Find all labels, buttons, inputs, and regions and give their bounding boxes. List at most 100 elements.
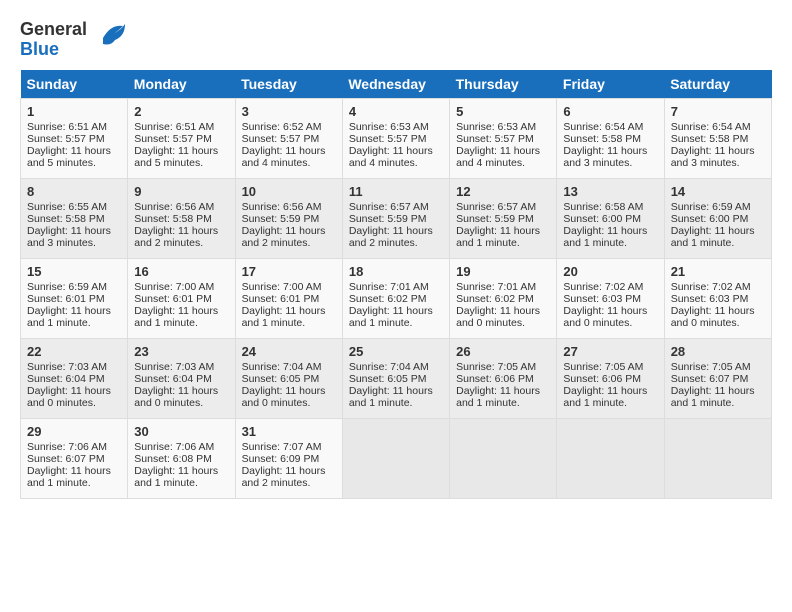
day-info-line: Daylight: 11 hours and 2 minutes.	[349, 225, 443, 249]
day-info-line: Sunrise: 6:59 AM	[671, 201, 765, 213]
day-info-line: Sunrise: 7:02 AM	[671, 281, 765, 293]
day-number: 10	[242, 184, 336, 199]
day-info-line: Sunrise: 7:07 AM	[242, 441, 336, 453]
day-number: 8	[27, 184, 121, 199]
day-info-line: Sunset: 6:04 PM	[134, 373, 228, 385]
day-info-line: Sunrise: 6:54 AM	[671, 121, 765, 133]
day-info-line: Sunset: 6:05 PM	[242, 373, 336, 385]
calendar-cell: 6Sunrise: 6:54 AMSunset: 5:58 PMDaylight…	[557, 98, 664, 178]
day-info-line: Daylight: 11 hours and 4 minutes.	[349, 145, 443, 169]
day-info-line: Daylight: 11 hours and 1 minute.	[563, 225, 657, 249]
day-info-line: Daylight: 11 hours and 3 minutes.	[27, 225, 121, 249]
day-info-line: Daylight: 11 hours and 2 minutes.	[242, 465, 336, 489]
day-info-line: Sunset: 6:07 PM	[27, 453, 121, 465]
day-info-line: Sunset: 5:59 PM	[456, 213, 550, 225]
day-number: 15	[27, 264, 121, 279]
calendar-week-row: 22Sunrise: 7:03 AMSunset: 6:04 PMDayligh…	[21, 338, 772, 418]
day-info-line: Sunset: 6:06 PM	[563, 373, 657, 385]
day-number: 24	[242, 344, 336, 359]
logo-general: General	[20, 20, 87, 40]
calendar-week-row: 8Sunrise: 6:55 AMSunset: 5:58 PMDaylight…	[21, 178, 772, 258]
day-info-line: Daylight: 11 hours and 1 minute.	[242, 305, 336, 329]
calendar-cell: 20Sunrise: 7:02 AMSunset: 6:03 PMDayligh…	[557, 258, 664, 338]
day-info-line: Daylight: 11 hours and 4 minutes.	[456, 145, 550, 169]
calendar-cell: 11Sunrise: 6:57 AMSunset: 5:59 PMDayligh…	[342, 178, 449, 258]
day-info-line: Sunrise: 7:04 AM	[242, 361, 336, 373]
day-info-line: Sunrise: 7:03 AM	[27, 361, 121, 373]
day-number: 16	[134, 264, 228, 279]
day-number: 30	[134, 424, 228, 439]
day-info-line: Daylight: 11 hours and 5 minutes.	[134, 145, 228, 169]
calendar-table: SundayMondayTuesdayWednesdayThursdayFrid…	[20, 70, 772, 499]
day-info-line: Sunrise: 6:56 AM	[134, 201, 228, 213]
day-number: 7	[671, 104, 765, 119]
day-info-line: Sunset: 5:58 PM	[563, 133, 657, 145]
day-number: 14	[671, 184, 765, 199]
day-info-line: Daylight: 11 hours and 1 minute.	[27, 465, 121, 489]
day-number: 19	[456, 264, 550, 279]
calendar-cell: 19Sunrise: 7:01 AMSunset: 6:02 PMDayligh…	[450, 258, 557, 338]
day-info-line: Daylight: 11 hours and 1 minute.	[27, 305, 121, 329]
day-info-line: Sunset: 6:07 PM	[671, 373, 765, 385]
day-info-line: Sunrise: 7:06 AM	[27, 441, 121, 453]
calendar-week-row: 15Sunrise: 6:59 AMSunset: 6:01 PMDayligh…	[21, 258, 772, 338]
day-info-line: Sunset: 6:01 PM	[242, 293, 336, 305]
day-info-line: Sunrise: 7:05 AM	[563, 361, 657, 373]
day-info-line: Daylight: 11 hours and 0 minutes.	[563, 305, 657, 329]
day-info-line: Daylight: 11 hours and 0 minutes.	[671, 305, 765, 329]
logo-bird-icon	[93, 16, 129, 59]
calendar-cell: 18Sunrise: 7:01 AMSunset: 6:02 PMDayligh…	[342, 258, 449, 338]
day-info-line: Sunrise: 6:53 AM	[349, 121, 443, 133]
calendar-cell: 2Sunrise: 6:51 AMSunset: 5:57 PMDaylight…	[128, 98, 235, 178]
calendar-cell: 7Sunrise: 6:54 AMSunset: 5:58 PMDaylight…	[664, 98, 771, 178]
calendar-cell: 31Sunrise: 7:07 AMSunset: 6:09 PMDayligh…	[235, 418, 342, 498]
day-info-line: Sunrise: 6:54 AM	[563, 121, 657, 133]
day-info-line: Sunrise: 6:59 AM	[27, 281, 121, 293]
calendar-cell: 22Sunrise: 7:03 AMSunset: 6:04 PMDayligh…	[21, 338, 128, 418]
day-info-line: Daylight: 11 hours and 1 minute.	[134, 305, 228, 329]
day-info-line: Sunrise: 6:58 AM	[563, 201, 657, 213]
calendar-cell: 28Sunrise: 7:05 AMSunset: 6:07 PMDayligh…	[664, 338, 771, 418]
day-info-line: Daylight: 11 hours and 0 minutes.	[27, 385, 121, 409]
calendar-cell: 15Sunrise: 6:59 AMSunset: 6:01 PMDayligh…	[21, 258, 128, 338]
day-info-line: Daylight: 11 hours and 1 minute.	[671, 225, 765, 249]
day-info-line: Sunset: 6:09 PM	[242, 453, 336, 465]
calendar-cell: 12Sunrise: 6:57 AMSunset: 5:59 PMDayligh…	[450, 178, 557, 258]
day-info-line: Sunset: 5:59 PM	[349, 213, 443, 225]
day-number: 22	[27, 344, 121, 359]
calendar-cell: 1Sunrise: 6:51 AMSunset: 5:57 PMDaylight…	[21, 98, 128, 178]
day-info-line: Daylight: 11 hours and 4 minutes.	[242, 145, 336, 169]
day-info-line: Daylight: 11 hours and 1 minute.	[349, 385, 443, 409]
day-info-line: Sunset: 6:08 PM	[134, 453, 228, 465]
day-info-line: Daylight: 11 hours and 2 minutes.	[242, 225, 336, 249]
day-info-line: Sunset: 5:59 PM	[242, 213, 336, 225]
day-info-line: Sunset: 6:06 PM	[456, 373, 550, 385]
day-info-line: Sunrise: 7:02 AM	[563, 281, 657, 293]
day-info-line: Sunset: 5:58 PM	[27, 213, 121, 225]
calendar-cell: 4 Sunrise: 6:53 AMSunset: 5:57 PMDaylight…	[342, 98, 449, 178]
calendar-cell: 13Sunrise: 6:58 AMSunset: 6:00 PMDayligh…	[557, 178, 664, 258]
weekday-header-row: SundayMondayTuesdayWednesdayThursdayFrid…	[21, 70, 772, 99]
day-number: 21	[671, 264, 765, 279]
day-info-line: Sunrise: 6:56 AM	[242, 201, 336, 213]
day-number: 12	[456, 184, 550, 199]
day-info-line: Daylight: 11 hours and 1 minute.	[349, 305, 443, 329]
day-info-line: Sunrise: 7:03 AM	[134, 361, 228, 373]
day-info-line: Sunset: 5:57 PM	[242, 133, 336, 145]
day-number: 25	[349, 344, 443, 359]
day-info-line: Sunset: 6:01 PM	[134, 293, 228, 305]
day-info-line: Sunset: 6:00 PM	[671, 213, 765, 225]
calendar-cell: 9Sunrise: 6:56 AMSunset: 5:58 PMDaylight…	[128, 178, 235, 258]
day-info-line: Sunrise: 6:57 AM	[349, 201, 443, 213]
day-info-line: Sunset: 6:00 PM	[563, 213, 657, 225]
day-info-line: Daylight: 11 hours and 1 minute.	[134, 465, 228, 489]
day-info-line: Sunset: 5:57 PM	[349, 133, 443, 145]
calendar-cell: 29Sunrise: 7:06 AMSunset: 6:07 PMDayligh…	[21, 418, 128, 498]
day-number: 1	[27, 104, 121, 119]
day-number: 4	[349, 104, 443, 119]
day-info-line: Daylight: 11 hours and 0 minutes.	[134, 385, 228, 409]
weekday-header-friday: Friday	[557, 70, 664, 99]
day-info-line: Sunrise: 7:00 AM	[134, 281, 228, 293]
weekday-header-saturday: Saturday	[664, 70, 771, 99]
calendar-cell	[664, 418, 771, 498]
